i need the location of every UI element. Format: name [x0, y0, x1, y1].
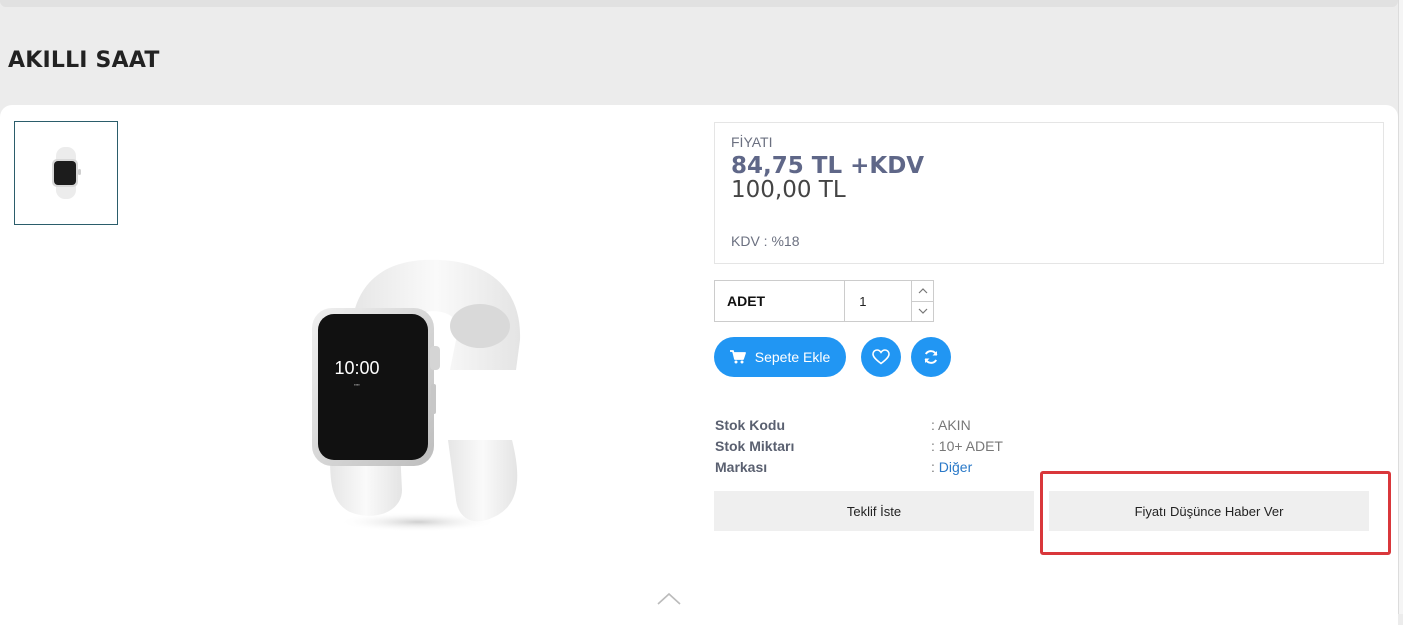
request-quote-button[interactable]: Teklif İste	[714, 491, 1034, 531]
quantity-input[interactable]	[845, 281, 912, 321]
brand-link[interactable]: Diğer	[939, 459, 972, 475]
product-info-table: Stok Kodu : AKIN Stok Miktarı : 10+ ADET…	[715, 414, 1115, 477]
quantity-spinner	[911, 281, 933, 321]
info-value: : 10+ ADET	[931, 437, 1003, 454]
watch-thumbnail-image	[52, 147, 81, 199]
kdv-rate: KDV : %18	[731, 233, 800, 249]
refresh-icon	[924, 350, 938, 364]
price-drop-alert-button[interactable]: Fiyatı Düşünce Haber Ver	[1049, 491, 1369, 531]
compare-button[interactable]	[911, 337, 951, 377]
price-gross: 100,00 TL	[731, 177, 846, 203]
quantity-decrease-button[interactable]	[912, 300, 933, 322]
price-net: 84,75 TL +KDV	[731, 153, 925, 179]
quantity-stepper: ADET	[714, 280, 934, 322]
info-row-stock-code: Stok Kodu : AKIN	[715, 414, 1115, 435]
favorite-button[interactable]	[861, 337, 901, 377]
quantity-label: ADET	[715, 281, 846, 321]
info-row-stock-amount: Stok Miktarı : 10+ ADET	[715, 435, 1115, 456]
price-label: FİYATI	[731, 134, 773, 150]
info-key: Markası	[715, 458, 768, 475]
info-value-prefix: :	[931, 458, 939, 475]
top-strip	[0, 0, 1398, 7]
page-title: AKILLI SAAT	[8, 48, 160, 73]
quantity-increase-button[interactable]	[912, 281, 933, 301]
watch-face-time: 10:00	[334, 358, 379, 378]
info-key: Stok Kodu	[715, 416, 785, 433]
chevron-up-icon	[918, 287, 928, 294]
cart-icon	[729, 350, 746, 364]
svg-text:▪▪▪▪: ▪▪▪▪	[354, 382, 360, 387]
chevron-down-icon	[918, 308, 928, 315]
heart-icon	[872, 349, 890, 365]
scroll-up-icon[interactable]	[655, 588, 683, 608]
info-value: : Diğer	[931, 459, 972, 475]
info-key: Stok Miktarı	[715, 437, 795, 454]
gallery-thumbnail[interactable]	[14, 121, 118, 225]
product-main-image: 10:00 ▪▪▪▪	[312, 259, 521, 532]
scrollbar[interactable]	[1398, 0, 1403, 614]
info-row-brand: Markası : Diğer	[715, 456, 1115, 477]
price-box: FİYATI 84,75 TL +KDV 100,00 TL KDV : %18	[714, 122, 1384, 264]
info-value: : AKIN	[931, 416, 971, 433]
add-to-cart-label: Sepete Ekle	[754, 349, 831, 365]
add-to-cart-button[interactable]: Sepete Ekle	[714, 337, 846, 377]
